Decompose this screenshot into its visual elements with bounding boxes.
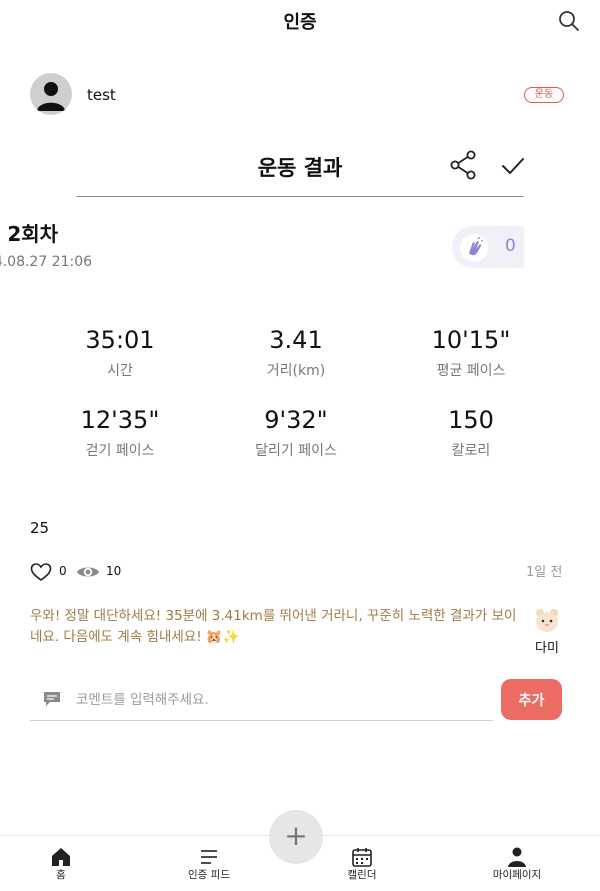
- avatar[interactable]: [30, 73, 72, 115]
- session-date: 024.08.27 21:06: [0, 254, 93, 270]
- add-comment-button[interactable]: 추가: [501, 679, 562, 720]
- share-icon[interactable]: [449, 150, 477, 180]
- person-icon: [508, 847, 526, 867]
- stat-label: 평균 페이스: [436, 363, 506, 379]
- like-count: 0: [59, 564, 67, 578]
- stat-run-pace: 9'32" 달리기 페이스: [216, 406, 376, 460]
- calendar-icon: [352, 848, 372, 867]
- clap-count: 0: [505, 236, 516, 256]
- session-card: 주 2회차 024.08.27 21:06 0: [0, 212, 524, 282]
- dami-avatar: [536, 609, 558, 632]
- time-ago: 1일 전: [526, 565, 563, 580]
- stat-value: 9'32": [264, 406, 328, 434]
- stat-value: 10'15": [431, 326, 511, 354]
- stat-value: 3.41: [269, 326, 323, 354]
- session-title: 주 2회차: [0, 222, 59, 246]
- stat-value: 35:01: [85, 326, 155, 354]
- chat-bubble-icon: [44, 692, 60, 706]
- stat-label: 거리(km): [266, 363, 326, 379]
- person-icon: [37, 82, 65, 111]
- nav-item-home[interactable]: 홈: [0, 836, 136, 891]
- nav-item-mypage[interactable]: 마이페이지: [442, 836, 592, 891]
- username[interactable]: test: [87, 86, 116, 104]
- feed-icon: [201, 850, 217, 864]
- divider: [76, 196, 524, 197]
- stat-label: 칼로리: [451, 443, 491, 459]
- post-note: 25: [30, 519, 50, 537]
- comment-field[interactable]: [30, 680, 493, 721]
- search-icon[interactable]: [558, 10, 580, 32]
- ai-comment-text: 우와! 정말 대단하세요! 35분에 3.41km를 뛰어낸 거라니, 꾸준히 …: [30, 608, 517, 645]
- stat-label: 걷기 페이스: [85, 443, 155, 459]
- stat-walk-pace: 12'35" 걷기 페이스: [40, 406, 200, 460]
- heart-icon[interactable]: [30, 562, 52, 582]
- view-count: 10: [106, 564, 122, 578]
- check-icon[interactable]: [500, 154, 526, 178]
- plus-icon[interactable]: +: [269, 810, 323, 864]
- home-icon: [52, 848, 70, 866]
- eye-icon: [77, 567, 99, 577]
- stat-value: 150: [448, 406, 494, 434]
- stat-value: 12'35": [80, 406, 160, 434]
- stat-avg-pace: 10'15" 평균 페이스: [391, 326, 551, 380]
- stat-label: 달리기 페이스: [255, 443, 337, 459]
- stat-label: 시간: [107, 363, 133, 379]
- clap-icon: [469, 236, 484, 256]
- nav-label: 홈: [56, 869, 66, 881]
- stat-calories: 150 칼로리: [391, 406, 551, 460]
- stat-time: 35:01 시간: [40, 326, 200, 380]
- clap-button[interactable]: 0: [452, 226, 524, 268]
- category-badge: 운동: [524, 87, 564, 103]
- nav-item-feed[interactable]: 인증 피드: [134, 836, 284, 891]
- ai-author-name: 다미: [535, 641, 559, 656]
- comment-input[interactable]: [74, 688, 478, 712]
- stat-distance: 3.41 거리(km): [216, 326, 376, 380]
- clap-icon-wrap: [460, 234, 488, 262]
- page-title: 인증: [283, 12, 317, 33]
- nav-label: 캘린더: [347, 869, 377, 881]
- nav-label: 인증 피드: [188, 869, 230, 881]
- nav-label: 마이페이지: [492, 869, 542, 881]
